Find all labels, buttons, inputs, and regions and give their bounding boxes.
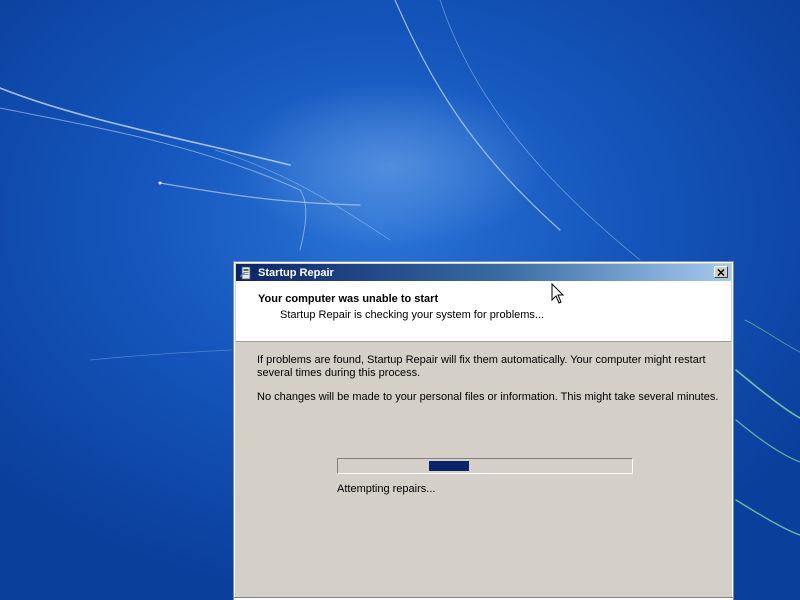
header-subtitle: Startup Repair is checking your system f…: [280, 309, 545, 321]
header-title: Your computer was unable to start: [258, 293, 439, 305]
progress-bar: [337, 458, 633, 474]
close-button[interactable]: [714, 266, 728, 278]
mouse-pointer-icon: [551, 283, 565, 304]
startup-repair-dialog: Startup Repair Your computer was unable …: [233, 261, 734, 600]
header-panel: Your computer was unable to start Startu…: [236, 281, 731, 342]
startup-repair-icon: [240, 266, 251, 279]
progress-status-label: Attempting repairs...: [337, 483, 436, 495]
title-bar[interactable]: Startup Repair: [236, 264, 731, 281]
info-paragraph-no-changes: No changes will be made to your personal…: [257, 391, 719, 403]
info-paragraph-auto-fix: If problems are found, Startup Repair wi…: [257, 354, 706, 379]
close-icon: [717, 268, 725, 276]
progress-indicator-block: [429, 461, 469, 471]
window-title: Startup Repair: [258, 266, 334, 279]
